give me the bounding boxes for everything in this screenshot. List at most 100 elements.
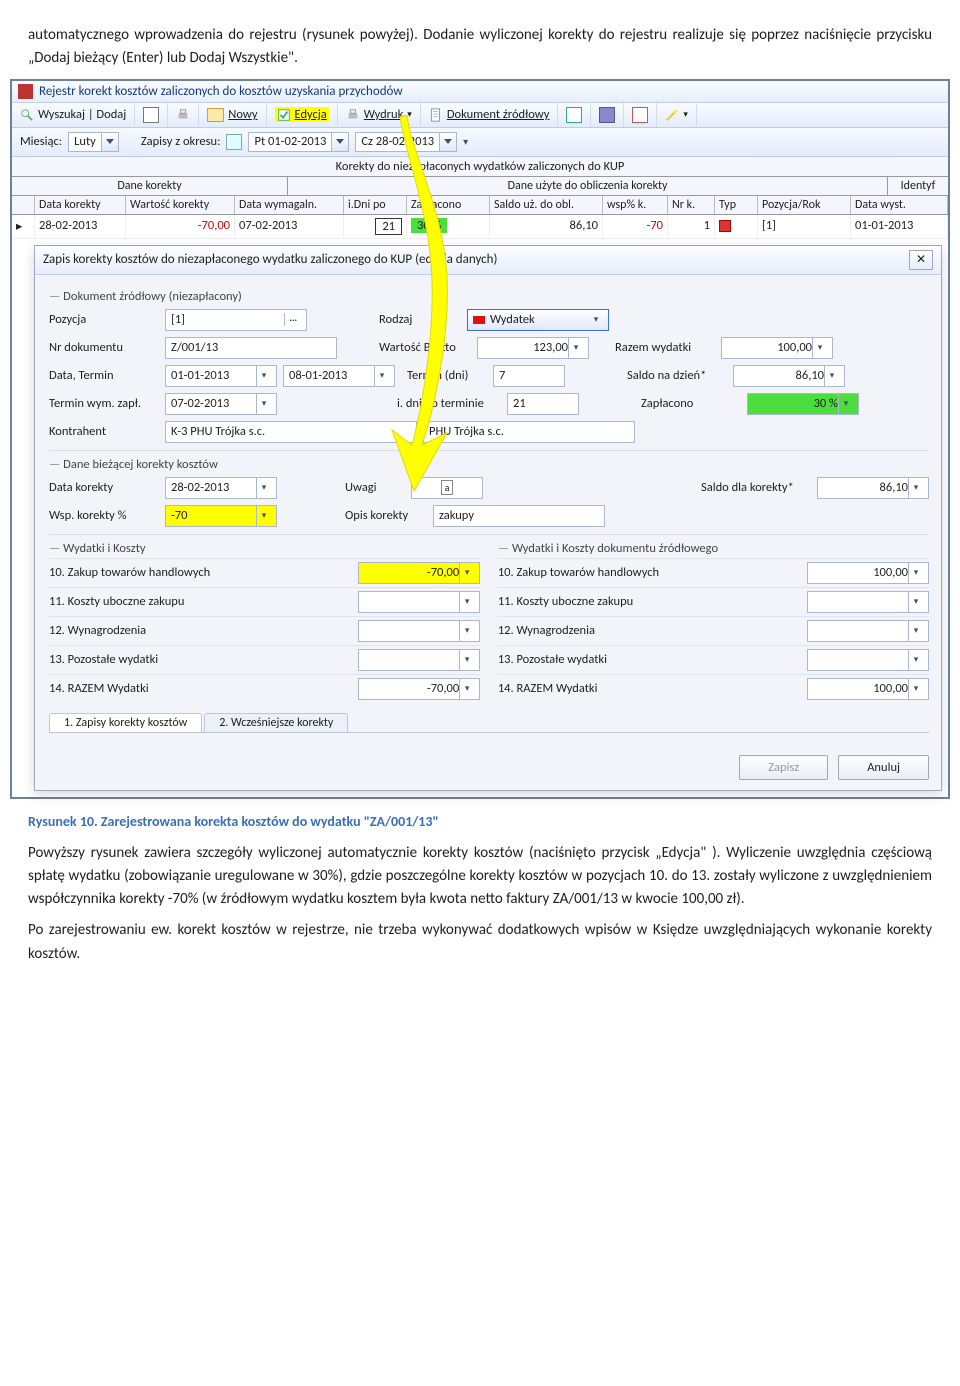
data2-input[interactable]: 08-01-2013 [283, 365, 395, 387]
razemw-label: Razem wydatki [615, 340, 715, 355]
idp-input[interactable]: 21 [507, 393, 579, 415]
generic-icon [599, 107, 615, 123]
wsp-input[interactable]: -70 [165, 505, 277, 527]
chevron-down-icon [824, 366, 839, 386]
chevron-down-icon [568, 338, 583, 358]
wk13-left-input[interactable] [358, 649, 480, 671]
source-doc-button[interactable]: Dokument źródłowy [421, 103, 559, 126]
col-header[interactable]: Saldo uż. do obl. [490, 196, 603, 214]
dialog-titlebar: Zapis korekty kosztów do niezapłaconego … [35, 246, 941, 275]
tool-icon-2[interactable] [591, 103, 624, 127]
type-icon [719, 220, 731, 232]
tool-icon-1[interactable] [558, 103, 591, 127]
col-header[interactable]: Pozycja/Rok [758, 196, 851, 214]
wk-row-label: 12. Wynagrodzenia [498, 623, 595, 638]
chevron-down-icon [331, 133, 348, 151]
wk-row-label: 10. Zakup towarów handlowych [49, 565, 210, 580]
twz-input[interactable]: 07-02-2013 [165, 393, 277, 415]
figure-caption: Rysunek 10. Zarejestrowana korekta koszt… [0, 799, 960, 836]
wk14-left-input[interactable]: -70,00 [358, 678, 480, 700]
data1-input[interactable]: 01-01-2013 [165, 365, 277, 387]
opis-label: Opis korekty [345, 508, 427, 523]
zaplacono-input[interactable]: 30 % [747, 393, 859, 415]
grid-columns: Data korekty Wartość korekty Data wymaga… [12, 196, 948, 215]
cancel-button[interactable]: Anuluj [838, 755, 929, 780]
cell: 86,10 [490, 215, 603, 238]
wb-input[interactable]: 123,00 [477, 337, 589, 359]
data-korekty-input[interactable]: 28-02-2013 [165, 477, 277, 499]
razemw-input[interactable]: 100,00 [721, 337, 833, 359]
kontrahent-input1[interactable]: K-3 PHU Trójka s.c. [165, 421, 417, 443]
col-header[interactable]: Typ [715, 196, 758, 214]
chevron-down-icon [459, 563, 474, 583]
wk11-left-input[interactable] [358, 591, 480, 613]
paragraph-2: Powyższy rysunek zawiera szczegóły wylic… [0, 836, 960, 920]
save-button[interactable]: Zapisz [739, 755, 828, 780]
termin-input[interactable]: 7 [493, 365, 565, 387]
group-cell: Identyf [888, 177, 948, 195]
saldo-input[interactable]: 86,10 [733, 365, 845, 387]
month-dropdown[interactable]: Luty [68, 132, 119, 152]
wk12-right-input[interactable] [807, 620, 929, 642]
cell: [1] [758, 215, 851, 238]
col-header[interactable]: i.Dni po [344, 196, 407, 214]
generic-icon [632, 107, 648, 123]
pozycja-input[interactable]: [1]··· [165, 309, 307, 331]
grid-row[interactable]: ▸ 28-02-2013 -70,00 07-02-2013 21 30 % 8… [12, 215, 948, 239]
wk12-left-input[interactable] [358, 620, 480, 642]
wk-row-label: 13. Pozostałe wydatki [49, 652, 158, 667]
uwagi-input[interactable]: a [411, 477, 483, 499]
rodzaj-dropdown[interactable]: Wydatek [467, 309, 609, 331]
date-to-dropdown[interactable]: Cz 28-02-2013 [355, 132, 457, 152]
col-header[interactable]: Data wymagaln. [235, 196, 344, 214]
col-header[interactable]: Data korekty [35, 196, 126, 214]
print-button[interactable] [168, 104, 199, 126]
nrdok-input[interactable]: Z/001/13 [165, 337, 337, 359]
opis-input[interactable]: zakupy [433, 505, 605, 527]
calendar-icon[interactable] [226, 134, 242, 150]
wb-label: Wartość Brutto [379, 340, 471, 355]
search-add-button[interactable]: Wyszukaj | Dodaj [12, 103, 135, 126]
date-from-dropdown[interactable]: Pt 01-02-2013 [248, 132, 349, 152]
col-header[interactable]: Wartość korekty [126, 196, 235, 214]
period-label: Zapisy z okresu: [141, 134, 221, 149]
col-header[interactable]: wsp% k. [603, 196, 668, 214]
wk10-left-input[interactable]: -70,00 [358, 562, 480, 584]
copy-button[interactable] [135, 103, 168, 127]
filter-bar: Miesiąc: Luty Zapisy z okresu: Pt 01-02-… [12, 128, 948, 157]
col-header[interactable]: Data wyst. [851, 196, 948, 214]
window-title: Rejestr korekt kosztów zaliczonych do ko… [39, 84, 403, 99]
close-icon: ✕ [916, 252, 926, 267]
tab-wczesniejsze[interactable]: 2. Wcześniejsze korekty [204, 713, 348, 732]
wk14-right-input[interactable]: 100,00 [807, 678, 929, 700]
kontrahent-input2[interactable]: PHU Trójka s.c. [423, 421, 635, 443]
section-korekta: Dane bieżącej korekty kosztów [49, 450, 929, 474]
zaplacono-label: Zapłacono [641, 396, 741, 411]
printer-icon [176, 108, 190, 122]
wk10-right-input[interactable]: 100,00 [807, 562, 929, 584]
wk-row-label: 11. Koszty uboczne zakupu [49, 594, 184, 609]
col-header[interactable]: Nr k. [668, 196, 715, 214]
grid-header-groups: Dane korekty Dane użyte do obliczenia ko… [12, 177, 948, 196]
group-cell: Dane użyte do obliczenia korekty [288, 177, 888, 195]
termin-label: Termin (dni) [407, 368, 487, 383]
wk11-right-input[interactable] [807, 591, 929, 613]
new-button[interactable]: Nowy [199, 103, 266, 126]
section-wkd: Wydatki i Koszty dokumentu źródłowego [498, 541, 929, 558]
wk13-right-input[interactable] [807, 649, 929, 671]
chevron-down-icon [589, 310, 603, 330]
sdk-input[interactable]: 86,10 [817, 477, 929, 499]
main-toolbar: Wyszukaj | Dodaj Nowy Edycja Wydruk ▾ Do… [12, 103, 948, 128]
chevron-down-icon [101, 133, 118, 151]
tool-icon-3[interactable] [624, 103, 657, 127]
close-button[interactable]: ✕ [909, 250, 933, 270]
print-dropdown[interactable]: Wydruk ▾ [338, 103, 421, 126]
edit-button[interactable]: Edycja [267, 103, 338, 126]
tab-zapisy[interactable]: 1. Zapisy korekty kosztów [49, 713, 202, 732]
paragraph-3: Po zarejestrowaniu ew. korekt kosztów w … [0, 919, 960, 974]
cell: 1 [668, 215, 715, 238]
ellipsis-icon[interactable]: ··· [284, 313, 301, 326]
col-header[interactable]: Zapłacono [407, 196, 490, 214]
document-icon [429, 108, 443, 122]
tool-icon-4[interactable]: ▾ [657, 104, 697, 126]
